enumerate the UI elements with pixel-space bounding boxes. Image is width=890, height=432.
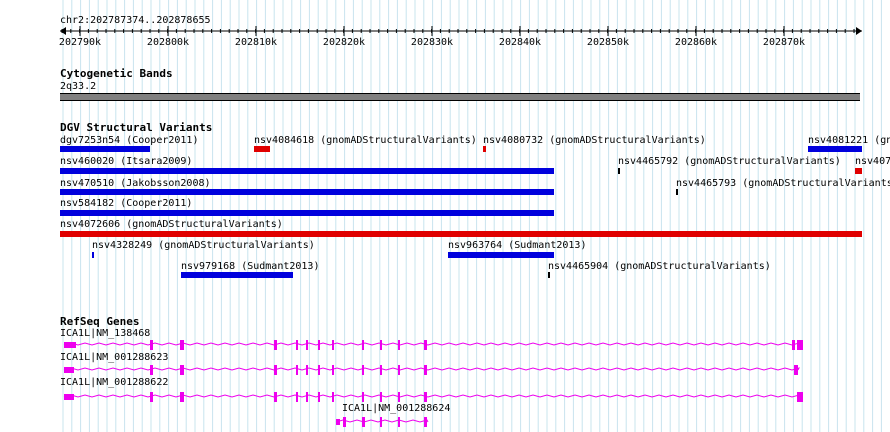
exon: [380, 392, 382, 402]
exon: [424, 340, 427, 350]
exon: [792, 340, 795, 350]
exon: [332, 392, 334, 402]
exon: [180, 392, 184, 402]
exon: [64, 342, 76, 348]
exon: [380, 417, 382, 427]
gene-model-nm-001288624: [335, 417, 429, 427]
exon: [150, 392, 153, 402]
exon: [332, 340, 334, 350]
exon: [797, 340, 803, 350]
exon: [296, 392, 298, 402]
exon: [362, 417, 365, 427]
exon: [398, 365, 400, 375]
exon: [380, 340, 382, 350]
exon: [318, 365, 320, 375]
genome-browser-view: chr2:202787374..202878655 202790k 202800k…: [0, 0, 890, 432]
exon: [296, 340, 298, 350]
exon: [343, 417, 346, 427]
exon: [318, 340, 320, 350]
exon: [362, 365, 364, 375]
refseq-gene-models: [63, 340, 803, 427]
exon: [380, 365, 382, 375]
exon: [274, 392, 277, 402]
gene-model-nm-138468: [63, 340, 803, 350]
exon: [180, 340, 184, 350]
exon: [306, 365, 308, 375]
exon: [794, 365, 798, 375]
exon: [150, 340, 153, 350]
exon: [362, 340, 364, 350]
exon: [332, 365, 334, 375]
intron-line: [63, 342, 803, 346]
exon: [306, 392, 308, 402]
exon: [274, 340, 277, 350]
exon: [398, 417, 400, 427]
exon: [306, 340, 308, 350]
exon: [398, 392, 400, 402]
exon: [64, 394, 74, 400]
gene-model-nm-001288623: [63, 365, 800, 375]
exon: [398, 340, 400, 350]
intron-line: [63, 367, 800, 371]
exon: [150, 365, 153, 375]
gene-model-nm-001288622: [63, 392, 803, 402]
exon: [336, 419, 340, 425]
intron-line: [63, 394, 803, 398]
exon: [296, 365, 298, 375]
exon: [318, 392, 320, 402]
exon: [362, 392, 364, 402]
exon: [424, 365, 427, 375]
exon: [424, 392, 427, 402]
exon: [274, 365, 277, 375]
exon: [797, 392, 803, 402]
exon: [424, 417, 427, 427]
exon: [180, 365, 184, 375]
exon: [64, 367, 74, 373]
